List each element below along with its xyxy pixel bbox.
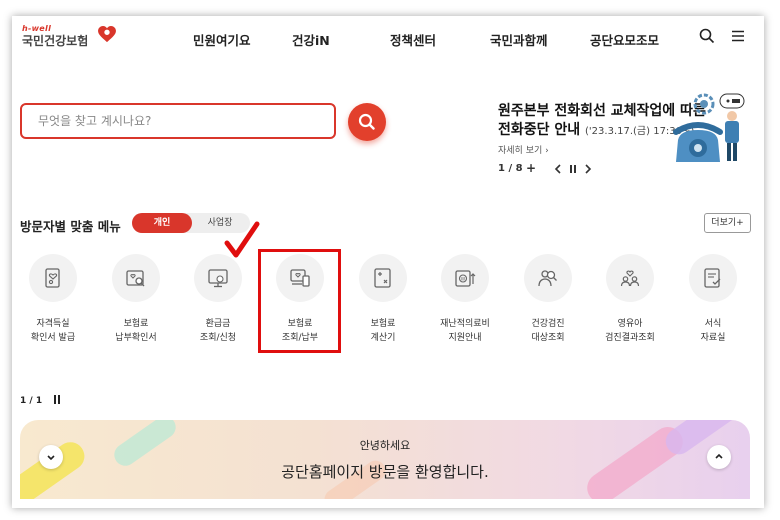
logo-title: 국민건강보험 (22, 34, 89, 48)
banner-expand-button[interactable] (707, 445, 731, 469)
service-item-infant-checkup[interactable]: 영유아 검진결과조회 (591, 254, 669, 345)
search-button-icon (358, 113, 375, 130)
search-document-icon (126, 270, 145, 287)
next-arrow-icon[interactable] (584, 164, 592, 174)
search-input[interactable] (22, 105, 334, 137)
family-icon (620, 270, 640, 287)
menu-icon[interactable] (730, 28, 746, 44)
tab-personal[interactable]: 개인 (132, 213, 192, 233)
service-icon-circle (606, 254, 654, 302)
service-label: 환급금 조회/신청 (199, 319, 237, 343)
service-item-refund[interactable]: 환급금 조회/신청 (179, 254, 257, 345)
service-item-payment-certificate[interactable]: 보험료 납부확인서 (97, 254, 175, 345)
menu-page-indicator: 1 / 1 (20, 395, 61, 406)
notice-page-count: 1 / 8 (498, 163, 523, 174)
certificate-icon (45, 268, 60, 288)
service-label: 보험료 납부확인서 (115, 319, 157, 343)
page-frame: h-well 국민건강보험 민원여기요 건강iN 정책센터 국민과함께 공단요모… (12, 16, 764, 508)
service-label: 서식 자료실 (700, 319, 726, 343)
service-item-catastrophic-medical[interactable]: W 재난적의료비 지원안내 (426, 254, 504, 345)
heart-logo-icon (98, 26, 116, 43)
calculator-icon (374, 268, 391, 288)
custom-menu-title: 방문자별 맞춤 메뉴 (20, 219, 121, 234)
more-menu-button[interactable]: 더보기+ (704, 213, 751, 233)
service-item-form-library[interactable]: 서식 자료실 (674, 254, 752, 345)
prev-arrow-icon[interactable] (554, 164, 562, 174)
medical-fund-icon: W (455, 270, 476, 287)
search-box (20, 103, 336, 139)
welcome-banner: 안녕하세요 공단홈페이지 방문을 환영합니다. (20, 420, 750, 499)
people-search-icon (538, 270, 557, 287)
pause-icon[interactable] (53, 395, 61, 404)
banner-decoration-icon (20, 420, 745, 499)
service-item-qualification[interactable]: 자격득실 확인서 발급 (14, 254, 92, 345)
form-document-icon (704, 268, 721, 288)
chevron-up-icon (715, 453, 723, 459)
svg-text:W: W (461, 276, 466, 282)
service-item-health-checkup[interactable]: 건강검진 대상조회 (509, 254, 587, 345)
highlight-box (258, 249, 341, 353)
service-label: 영유아 검진결과조회 (605, 319, 655, 343)
banner-collapse-button[interactable] (39, 445, 63, 469)
pause-icon[interactable] (569, 164, 577, 174)
service-icon-circle (29, 254, 77, 302)
notice-more-link[interactable]: 자세히 보기 › (498, 143, 549, 156)
service-label: 건강검진 대상조회 (531, 319, 565, 343)
notice-plus-button[interactable]: + (526, 161, 536, 175)
nav-item-health-in[interactable]: 건강iN (292, 30, 330, 49)
search-icon[interactable] (699, 28, 715, 44)
service-icon-circle (524, 254, 572, 302)
service-item-calculator[interactable]: 보험료 계산기 (344, 254, 422, 345)
nav-item-civil[interactable]: 민원여기요 (193, 30, 251, 49)
service-icon-circle (194, 254, 242, 302)
telephone-illustration-icon (673, 93, 745, 162)
nav-item-about[interactable]: 공단요모조모 (590, 30, 659, 49)
service-icon-circle (689, 254, 737, 302)
search-button[interactable] (348, 103, 386, 141)
notice-title-line2: 전화중단 안내 (498, 122, 581, 138)
nav-item-with-people[interactable]: 국민과함께 (490, 30, 548, 49)
service-label: 보험료 계산기 (370, 319, 396, 343)
monitor-refund-icon (208, 269, 228, 288)
service-icon-circle (112, 254, 160, 302)
menu-page-count: 1 / 1 (20, 396, 43, 406)
banner-greeting: 안녕하세요 (359, 439, 411, 452)
site-logo[interactable]: h-well 국민건강보험 (22, 24, 116, 49)
banner-message: 공단홈페이지 방문을 환영합니다. (281, 463, 489, 481)
service-label: 재난적의료비 지원안내 (440, 319, 490, 343)
chevron-down-icon (47, 455, 55, 461)
red-checkmark-icon (224, 221, 260, 258)
service-icon-circle (359, 254, 407, 302)
nav-item-policy[interactable]: 정책센터 (390, 30, 436, 49)
service-icon-circle: W (441, 254, 489, 302)
service-label: 자격득실 확인서 발급 (30, 319, 76, 343)
